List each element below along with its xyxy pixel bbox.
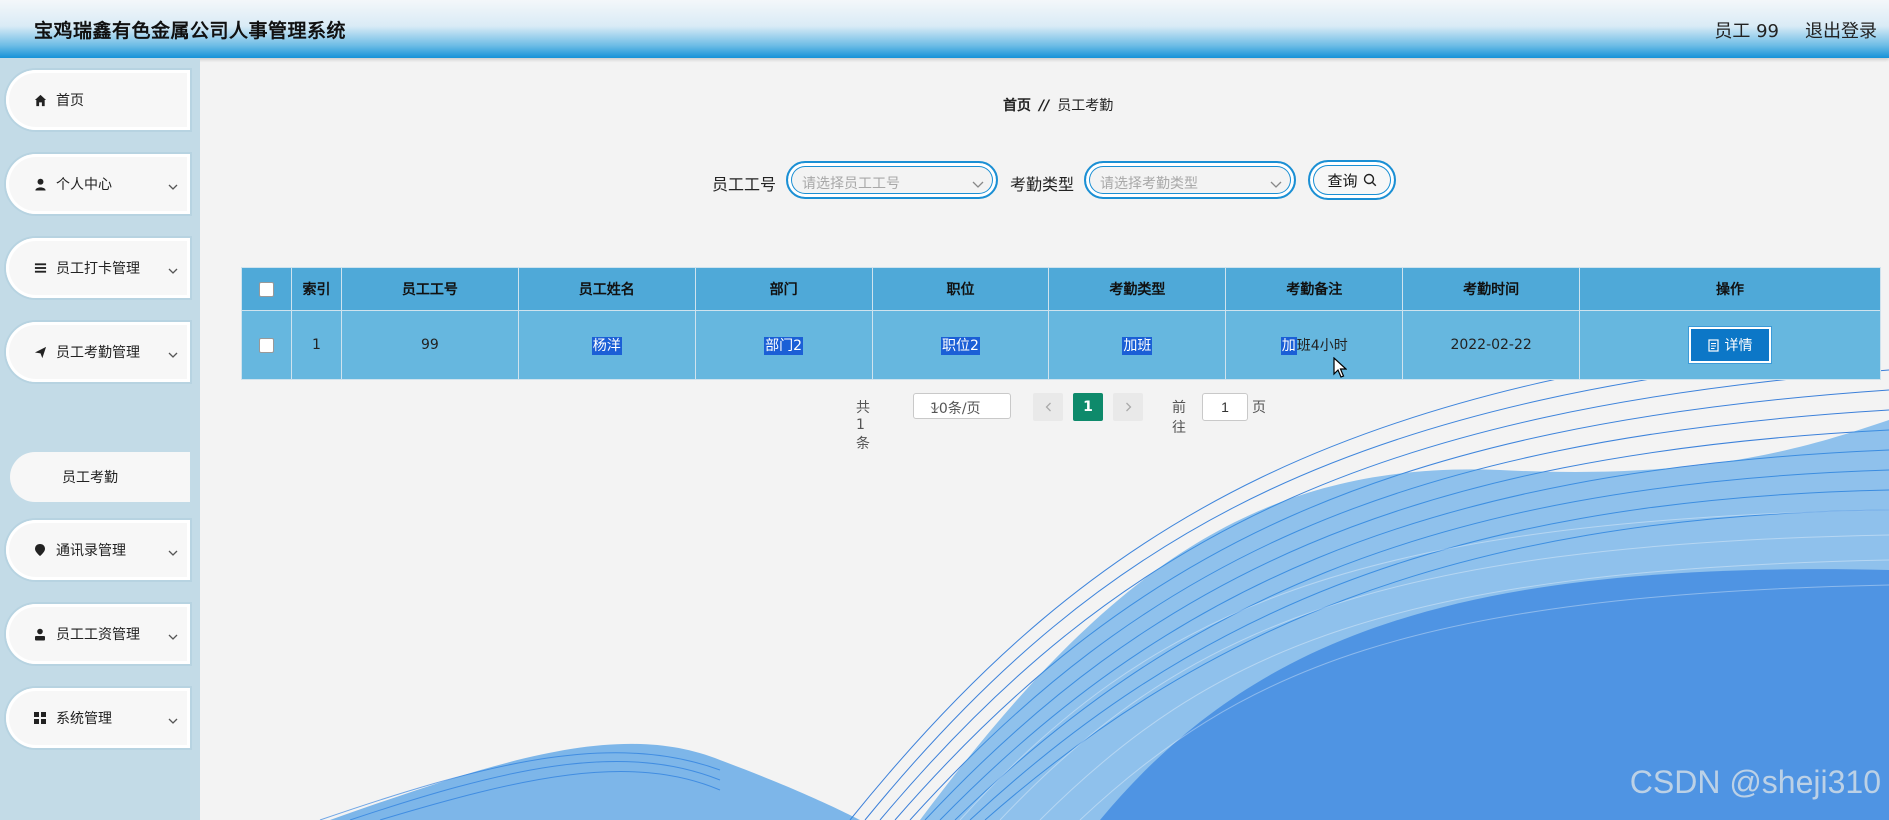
next-page-button[interactable] xyxy=(1113,393,1143,421)
cell-position-text: 职位2 xyxy=(941,337,980,355)
column-header: 考勤时间 xyxy=(1402,267,1581,311)
logout-button[interactable]: 退出登录 xyxy=(1805,17,1877,43)
sidebar-item-label: 首页 xyxy=(56,93,84,109)
query-button[interactable]: 查询 xyxy=(1308,160,1396,200)
cell-name: 杨洋 xyxy=(517,310,696,380)
attendance-type-placeholder: 请选择考勤类型 xyxy=(1100,176,1198,192)
chevron-right-icon xyxy=(1125,402,1131,412)
page-suffix: 页 xyxy=(1252,400,1266,416)
column-header: 部门 xyxy=(694,267,873,311)
attendance-table: 索引 员工工号 员工姓名 部门 职位 考勤类型 考勤备注 考勤时间 操作 1 9… xyxy=(241,267,1881,380)
detail-button-label: 详情 xyxy=(1724,338,1753,354)
cell-time: 2022-02-22 xyxy=(1402,310,1581,380)
sidebar-item-contacts-management[interactable]: 通讯录管理 xyxy=(6,520,190,580)
page-number-button[interactable]: 1 xyxy=(1073,393,1103,421)
background-waves xyxy=(319,360,1889,820)
app-title: 宝鸡瑞鑫有色金属公司人事管理系统 xyxy=(34,20,347,42)
document-icon xyxy=(1707,338,1719,352)
column-header: 索引 xyxy=(290,267,342,311)
sidebar-item-label: 通讯录管理 xyxy=(56,543,126,559)
table-row: 1 99 杨洋 部门2 职位2 加班 加班4小时 2022-02-22 详情 xyxy=(241,310,1881,380)
cell-action: 详情 xyxy=(1579,310,1881,380)
sidebar-item-label: 个人中心 xyxy=(56,177,112,193)
breadcrumb-current: 员工考勤 xyxy=(1057,98,1114,114)
home-icon xyxy=(32,92,48,108)
top-header: 宝鸡瑞鑫有色金属公司人事管理系统 员工 99 退出登录 xyxy=(0,0,1889,58)
watermark-text: CSDN @sheji310 xyxy=(1629,764,1881,800)
sidebar-item-clock-in-management[interactable]: 员工打卡管理 xyxy=(6,238,190,298)
row-select-cell xyxy=(241,310,292,380)
sidebar-item-system-management[interactable]: 系统管理 xyxy=(6,688,190,748)
chevron-down-icon xyxy=(930,400,1002,416)
sidebar-item-label: 员工考勤管理 xyxy=(56,345,140,361)
sidebar-item-label: 系统管理 xyxy=(56,711,112,727)
cell-department-text: 部门2 xyxy=(764,337,804,355)
column-header: 操作 xyxy=(1579,267,1881,311)
cell-attendance-type-text: 加班 xyxy=(1122,337,1153,355)
employee-no-label: 员工工号 xyxy=(712,175,777,194)
cell-index: 1 xyxy=(290,310,342,380)
cell-employee-no: 99 xyxy=(340,310,519,380)
pin-icon xyxy=(32,542,48,558)
table-header-row: 索引 员工工号 员工姓名 部门 职位 考勤类型 考勤备注 考勤时间 操作 xyxy=(241,267,1881,311)
sidebar-item-home[interactable]: 首页 xyxy=(6,70,190,130)
column-header: 考勤类型 xyxy=(1048,267,1227,311)
goto-page-input[interactable] xyxy=(1202,393,1248,421)
send-icon xyxy=(32,344,48,360)
select-all-checkbox[interactable] xyxy=(258,281,274,297)
cell-name-text: 杨洋 xyxy=(591,337,622,355)
detail-button[interactable]: 详情 xyxy=(1691,329,1770,361)
column-header: 考勤备注 xyxy=(1225,267,1404,311)
chevron-down-icon xyxy=(168,626,178,645)
row-checkbox[interactable] xyxy=(258,337,274,353)
employee-no-select[interactable]: 请选择员工工号 xyxy=(786,161,998,199)
list-icon xyxy=(32,260,48,276)
chevron-down-icon xyxy=(168,710,178,729)
column-header: 员工工号 xyxy=(340,267,519,311)
sidebar-item-salary-management[interactable]: 员工工资管理 xyxy=(6,604,190,664)
cell-remark: 加班4小时 xyxy=(1225,310,1404,380)
cell-department: 部门2 xyxy=(694,310,873,380)
column-header: 员工姓名 xyxy=(517,267,696,311)
sidebar-subitem-attendance[interactable]: 员工考勤 xyxy=(10,452,190,502)
current-user-label: 员工 99 xyxy=(1714,21,1779,42)
sidebar-item-label: 员工工资管理 xyxy=(56,627,140,643)
cell-remark-highlight: 加 xyxy=(1280,337,1297,355)
breadcrumb-separator: // xyxy=(1039,98,1050,114)
sidebar-item-attendance-management[interactable]: 员工考勤管理 xyxy=(6,322,190,382)
attendance-type-select[interactable]: 请选择考勤类型 xyxy=(1084,161,1296,199)
chevron-down-icon xyxy=(168,176,178,195)
prev-page-button[interactable] xyxy=(1033,393,1063,421)
attendance-type-label: 考勤类型 xyxy=(1010,175,1075,194)
page-size-select[interactable]: 10条/页 xyxy=(913,393,1011,419)
chevron-down-icon xyxy=(1270,174,1282,193)
total-count: 共 1 条 xyxy=(856,400,870,452)
mouse-cursor-icon xyxy=(1333,357,1347,378)
chevron-left-icon xyxy=(1045,402,1051,412)
cell-position: 职位2 xyxy=(871,310,1050,380)
chevron-down-icon xyxy=(168,260,178,279)
chevron-down-icon xyxy=(972,174,984,193)
query-button-label: 查询 xyxy=(1327,171,1358,190)
user-icon xyxy=(32,176,48,192)
column-header: 职位 xyxy=(871,267,1050,311)
sidebar-item-label: 员工打卡管理 xyxy=(56,261,140,277)
cell-attendance-type: 加班 xyxy=(1048,310,1227,380)
sidebar-item-personal-center[interactable]: 个人中心 xyxy=(6,154,190,214)
grid-icon xyxy=(32,710,48,726)
cell-remark-text: 班4小时 xyxy=(1296,338,1348,354)
sidebar-subitem-label: 员工考勤 xyxy=(62,470,118,486)
select-all-cell xyxy=(241,267,292,311)
breadcrumb: 首页 // 员工考勤 xyxy=(1003,95,1113,115)
sidebar: 首页 个人中心 员工打卡管理 员工考勤管理 员工考勤 通讯录管理 员工工资管理 … xyxy=(0,58,200,820)
goto-label: 前往 xyxy=(1172,400,1186,436)
chevron-down-icon xyxy=(168,344,178,363)
search-icon xyxy=(1363,173,1377,187)
employee-no-placeholder: 请选择员工工号 xyxy=(802,176,900,192)
chevron-down-icon xyxy=(168,542,178,561)
breadcrumb-home[interactable]: 首页 xyxy=(1003,98,1031,114)
person-icon xyxy=(32,626,48,642)
